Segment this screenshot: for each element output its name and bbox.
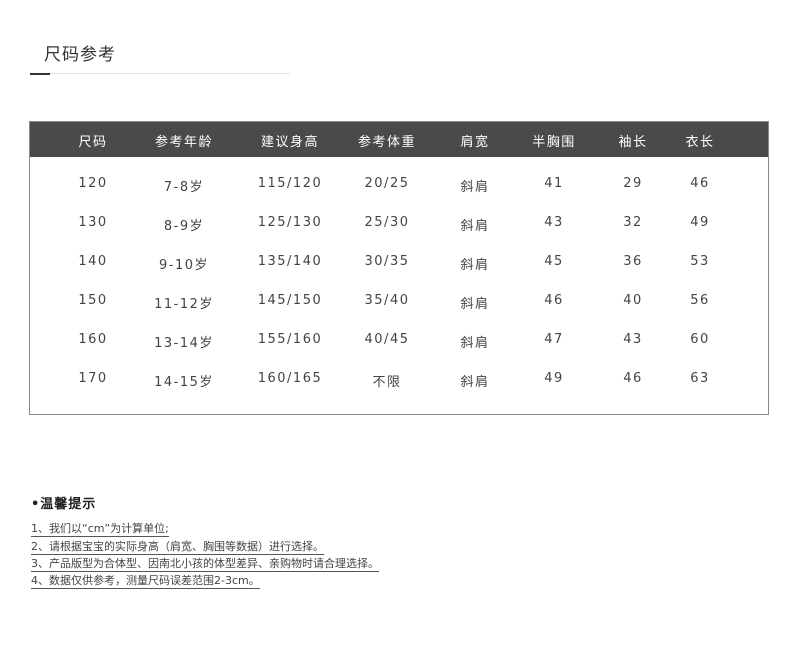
table-cell-age: 7-8岁: [163, 180, 205, 195]
table-cell-age: 8-9岁: [163, 219, 205, 234]
table-cell-size: 160: [78, 332, 108, 347]
table-cell-sleeve: 43: [623, 332, 643, 347]
table-cell-half-chest: 46: [544, 293, 564, 308]
table-cell-size: 150: [78, 293, 108, 308]
tip-item: 4、数据仅供参考，测量尺码误差范围2-3cm。: [31, 574, 260, 589]
table-cell-weight: 30/35: [364, 254, 410, 269]
table-cell-half-chest: 41: [544, 176, 564, 191]
table-cell-height: 155/160: [257, 332, 323, 347]
table-cell-sleeve: 46: [623, 371, 643, 386]
table-cell-size: 120: [78, 176, 108, 191]
table-cell-length: 60: [690, 332, 710, 347]
table-cell-height: 115/120: [257, 176, 323, 191]
table-cell-half-chest: 45: [544, 254, 564, 269]
table-cell-size: 130: [78, 215, 108, 230]
table-cell-height: 125/130: [257, 215, 323, 230]
table-cell-weight: 不限: [372, 375, 402, 390]
table-cell-weight: 40/45: [364, 332, 410, 347]
table-cell-sleeve: 29: [623, 176, 643, 191]
tips-title: •温馨提示: [31, 497, 97, 512]
column-header-weight: 参考体重: [357, 135, 417, 150]
table-cell-height: 160/165: [257, 371, 323, 386]
page-title: 尺码参考: [44, 45, 116, 65]
table-cell-age: 13-14岁: [154, 336, 214, 351]
column-header-height: 建议身高: [260, 135, 320, 150]
tip-item: 3、产品版型为合体型、因南北小孩的体型差异、亲购物时请合理选择。: [31, 557, 379, 572]
column-header-sleeve: 袖长: [618, 135, 648, 150]
table-cell-shoulder: 斜肩: [460, 297, 490, 312]
table-cell-shoulder: 斜肩: [460, 375, 490, 390]
table-cell-age: 9-10岁: [158, 258, 210, 273]
table-cell-half-chest: 43: [544, 215, 564, 230]
title-accent-bar: [30, 73, 50, 75]
table-cell-age: 11-12岁: [154, 297, 214, 312]
table-cell-weight: 35/40: [364, 293, 410, 308]
column-header-size: 尺码: [78, 135, 108, 150]
column-header-length: 衣长: [685, 135, 715, 150]
tip-item: 2、请根据宝宝的实际身高（肩宽、胸围等数据）进行选择。: [31, 540, 324, 555]
table-cell-sleeve: 32: [623, 215, 643, 230]
table-cell-length: 53: [690, 254, 710, 269]
table-cell-shoulder: 斜肩: [460, 219, 490, 234]
column-header-age: 参考年龄: [154, 135, 214, 150]
table-cell-half-chest: 49: [544, 371, 564, 386]
column-header-half-chest: 半胸围: [532, 135, 576, 150]
table-cell-half-chest: 47: [544, 332, 564, 347]
title-underline: [30, 73, 290, 74]
table-cell-length: 46: [690, 176, 710, 191]
table-cell-weight: 25/30: [364, 215, 410, 230]
table-cell-length: 49: [690, 215, 710, 230]
column-header-shoulder: 肩宽: [460, 135, 490, 150]
table-cell-shoulder: 斜肩: [460, 180, 490, 195]
size-table: 尺码 参考年龄 建议身高 参考体重 肩宽 半胸围 袖长 衣长 120 7-8岁 115/120 20/…: [29, 121, 769, 415]
table-cell-sleeve: 36: [623, 254, 643, 269]
table-cell-length: 63: [690, 371, 710, 386]
table-cell-weight: 20/25: [364, 176, 410, 191]
tip-item: 1、我们以“cm”为计算单位;: [31, 522, 169, 537]
table-cell-size: 140: [78, 254, 108, 269]
table-cell-shoulder: 斜肩: [460, 336, 490, 351]
table-cell-sleeve: 40: [623, 293, 643, 308]
table-cell-height: 145/150: [257, 293, 323, 308]
table-cell-age: 14-15岁: [154, 375, 214, 390]
table-cell-height: 135/140: [257, 254, 323, 269]
table-cell-size: 170: [78, 371, 108, 386]
table-cell-length: 56: [690, 293, 710, 308]
table-cell-shoulder: 斜肩: [460, 258, 490, 273]
